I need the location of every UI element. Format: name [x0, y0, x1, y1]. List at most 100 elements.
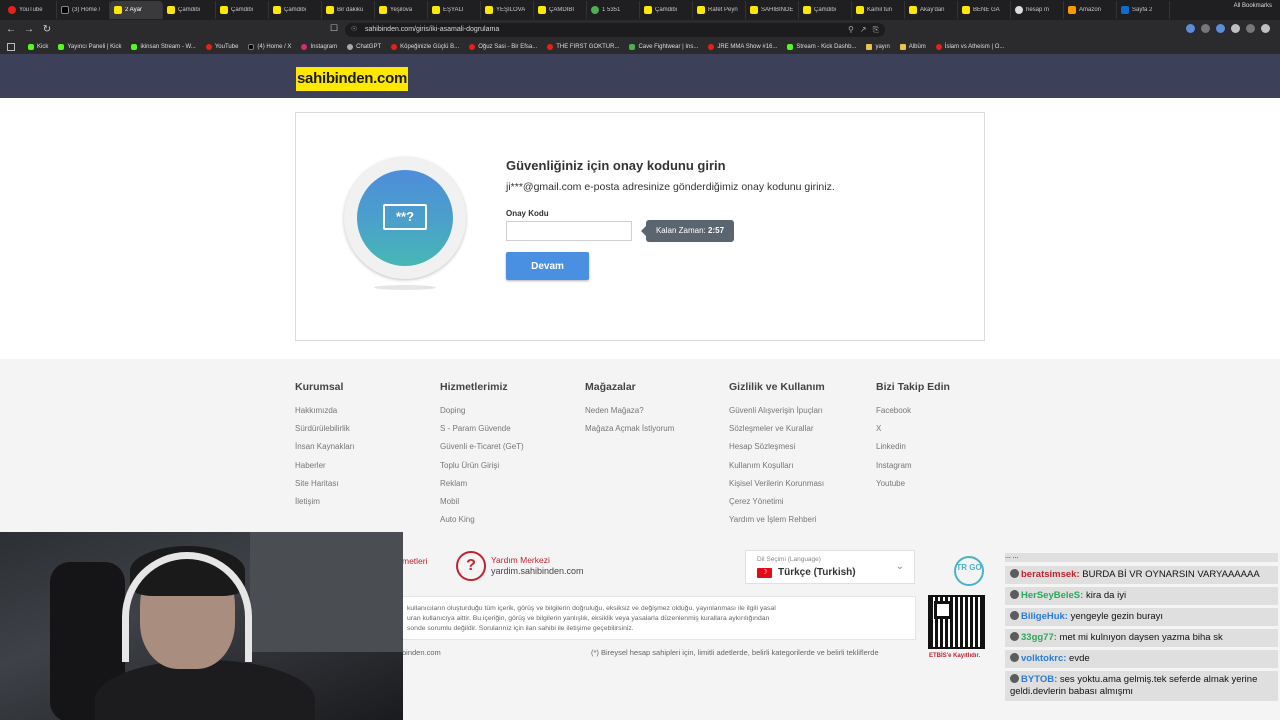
- bookmark-item[interactable]: Köpeğinizle Güçlü B...: [391, 44, 459, 50]
- tab-title: Yeşilova: [390, 7, 413, 13]
- bookmark-icon[interactable]: ☐: [330, 23, 338, 34]
- footer-column-title: Bizi Takip Edin: [876, 381, 950, 393]
- footer-link[interactable]: Site Haritası: [295, 475, 355, 493]
- browser-tab[interactable]: BENE GA: [958, 1, 1011, 19]
- bookmark-item[interactable]: Oğuz Sasi - Bir Efsa...: [469, 44, 537, 50]
- browser-tab[interactable]: Sayfa 2: [1117, 1, 1170, 19]
- footer-link[interactable]: Haberler: [295, 457, 355, 475]
- forward-icon[interactable]: →: [22, 23, 36, 37]
- apps-grid-icon[interactable]: [7, 43, 15, 51]
- trgo-logo[interactable]: TR GO: [954, 556, 984, 586]
- footer-partial-link[interactable]: metleri: [402, 556, 428, 566]
- footer-link[interactable]: Hesap Sözleşmesi: [729, 438, 825, 456]
- verification-description: ji***@gmail.com e-posta adresinize gönde…: [506, 181, 835, 193]
- footer-link[interactable]: Auto King: [440, 511, 524, 529]
- browser-tab[interactable]: (3) Home /: [57, 1, 110, 19]
- bookmark-item[interactable]: ChatGPT: [347, 44, 381, 50]
- site-logo[interactable]: sahibinden.com: [296, 67, 408, 91]
- bookmark-favicon-icon: [58, 44, 65, 50]
- verification-card: **? Güvenliğiniz için onay kodunu girin …: [295, 112, 985, 341]
- footer-link[interactable]: Hakkımızda: [295, 402, 355, 420]
- browser-tab[interactable]: Yeşilova: [375, 1, 428, 19]
- footer-link[interactable]: Instagram: [876, 457, 950, 475]
- bookmark-item[interactable]: İslam vs Atheism | O...: [935, 44, 1004, 50]
- bookmark-item[interactable]: Cave Fightwear | Ins...: [629, 44, 698, 50]
- bookmark-item[interactable]: Stream - Kick Dashb...: [787, 44, 856, 50]
- footer-link[interactable]: Güvenli Alışverişin İpuçları: [729, 402, 825, 420]
- browser-tab[interactable]: EŞYALI: [428, 1, 481, 19]
- footer-link[interactable]: Linkedin: [876, 438, 950, 456]
- footer-link[interactable]: Güvenli e-Ticaret (GeT): [440, 438, 524, 456]
- bookmark-item[interactable]: Instagram: [301, 44, 337, 50]
- footer-link[interactable]: İletişim: [295, 493, 355, 511]
- bookmark-item[interactable]: yayın: [866, 44, 890, 50]
- footer-link[interactable]: S - Param Güvende: [440, 420, 524, 438]
- help-center-link[interactable]: ? Yardım Merkezi yardim.sahibinden.com: [456, 551, 656, 581]
- browser-tab[interactable]: Çamdibi: [269, 1, 322, 19]
- footer-link[interactable]: Yardım ve İşlem Rehberi: [729, 511, 825, 529]
- bookmark-item[interactable]: Kick: [28, 44, 48, 50]
- footer-link[interactable]: Kullanım Koşulları: [729, 457, 825, 475]
- footer-link[interactable]: Neden Mağaza?: [585, 402, 674, 420]
- footer-link[interactable]: Sürdürülebilirlik: [295, 420, 355, 438]
- footer-link[interactable]: Sözleşmeler ve Kurallar: [729, 420, 825, 438]
- verification-code-input[interactable]: [506, 221, 632, 241]
- tab-favicon-icon: [1121, 6, 1129, 14]
- browser-tab[interactable]: YouTube: [4, 1, 57, 19]
- footer-link[interactable]: Toplu Ürün Girişi: [440, 457, 524, 475]
- extension-icon[interactable]: [1186, 24, 1195, 33]
- bookmark-item[interactable]: THE FIRST GOKTUR...: [547, 44, 619, 50]
- extension-icon[interactable]: [1201, 24, 1210, 33]
- browser-tab[interactable]: Rafet Peyn: [693, 1, 746, 19]
- browser-tab[interactable]: Çamdibi: [640, 1, 693, 19]
- browser-tab[interactable]: Amazon: [1064, 1, 1117, 19]
- browser-tab[interactable]: YEŞİLOVA: [481, 1, 534, 19]
- footer-link[interactable]: İnsan Kaynakları: [295, 438, 355, 456]
- extension-icon[interactable]: [1231, 24, 1240, 33]
- bookmark-item[interactable]: (4) Home / X: [248, 44, 291, 50]
- browser-tab[interactable]: ÇAMDİBİ: [534, 1, 587, 19]
- language-select[interactable]: Dil Seçimi (Language) ☽ Türkçe (Turkish)…: [745, 550, 915, 584]
- bookmark-item[interactable]: YouTube: [205, 44, 238, 50]
- bookmark-item[interactable]: Yayıncı Paneli | Kick: [58, 44, 121, 50]
- footer-link[interactable]: Mağaza Açmak İstiyorum: [585, 420, 674, 438]
- back-icon[interactable]: ←: [4, 23, 18, 37]
- browser-tab[interactable]: SAHİBİNDE: [746, 1, 799, 19]
- timer-value: 2:57: [708, 226, 725, 235]
- share-icon[interactable]: ↗: [860, 23, 867, 37]
- browser-tab[interactable]: hesap m: [1011, 1, 1064, 19]
- zoom-icon[interactable]: ⚲: [848, 23, 854, 37]
- menu-icon[interactable]: [1261, 24, 1270, 33]
- chat-message: HerSeyBeleS: kira da iyi: [1005, 587, 1278, 605]
- browser-tab[interactable]: Akay'dan: [905, 1, 958, 19]
- browser-tab[interactable]: 1 5351: [587, 1, 640, 19]
- browser-tab[interactable]: Çamdibi: [799, 1, 852, 19]
- reload-icon[interactable]: ↻: [40, 23, 54, 37]
- all-bookmarks[interactable]: All Bookmarks: [1234, 3, 1272, 9]
- browser-tab[interactable]: Çamdibi: [216, 1, 269, 19]
- footer-link[interactable]: Kişisel Verilerin Korunması: [729, 475, 825, 493]
- footer-link[interactable]: X: [876, 420, 950, 438]
- copy-link-icon[interactable]: ⎘: [873, 23, 879, 37]
- etbis-qr-code[interactable]: [928, 595, 985, 649]
- tab-favicon-icon: [220, 6, 228, 14]
- footer-link[interactable]: Mobil: [440, 493, 524, 511]
- url-text: sahibinden.com/giris/iki-asamali-dogrula…: [365, 26, 500, 33]
- browser-tab[interactable]: Çamdibi: [163, 1, 216, 19]
- footer-link[interactable]: Doping: [440, 402, 524, 420]
- bookmark-item[interactable]: Albüm: [899, 44, 926, 50]
- bookmark-item[interactable]: JRE MMA Show #16...: [708, 44, 777, 50]
- extension-icon[interactable]: [1246, 24, 1255, 33]
- footer-link[interactable]: Çerez Yönetimi: [729, 493, 825, 511]
- url-input[interactable]: ☉ sahibinden.com/giris/iki-asamali-dogru…: [345, 23, 885, 37]
- footer-link[interactable]: Facebook: [876, 402, 950, 420]
- footer-link[interactable]: Youtube: [876, 475, 950, 493]
- footer-link[interactable]: Reklam: [440, 475, 524, 493]
- browser-tab[interactable]: Kamil tun: [852, 1, 905, 19]
- extension-icon[interactable]: [1216, 24, 1225, 33]
- browser-tab[interactable]: 2 Ayar: [110, 1, 163, 19]
- bookmark-item[interactable]: ikinsan Stream - W...: [131, 44, 196, 50]
- site-info-icon[interactable]: ☉: [351, 23, 357, 37]
- browser-tab[interactable]: Bir dakiku: [322, 1, 375, 19]
- continue-button[interactable]: Devam: [506, 252, 589, 280]
